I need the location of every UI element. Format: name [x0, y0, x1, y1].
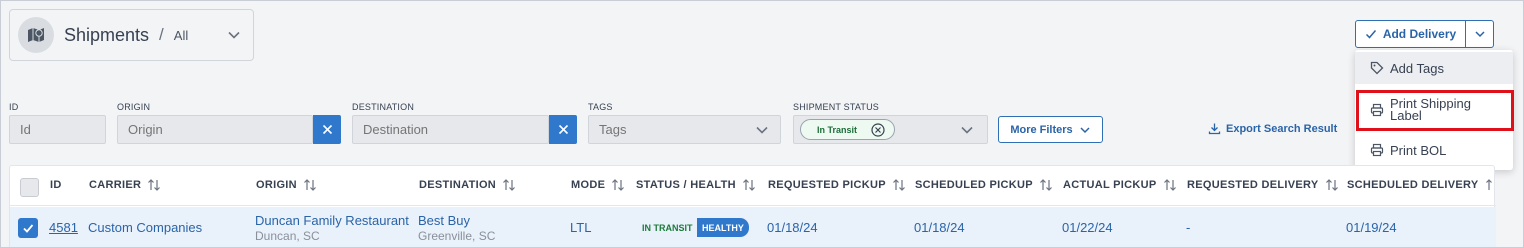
column-header-scheduled-delivery[interactable]: SCHEDULED DELIVERY — [1347, 179, 1499, 191]
chevron-down-icon[interactable] — [755, 123, 769, 137]
status-chip-label: In Transit — [817, 124, 858, 135]
requested-pickup-value: 01/18/24 — [767, 220, 818, 235]
mode-value: LTL — [570, 220, 592, 235]
x-circle-icon[interactable] — [871, 123, 885, 137]
more-filters-button[interactable]: More Filters — [998, 116, 1103, 143]
actual-pickup-value: 01/22/24 — [1062, 220, 1113, 235]
sort-icon[interactable] — [892, 179, 906, 191]
chevron-down-icon — [1080, 126, 1090, 133]
printer-icon — [1370, 143, 1384, 157]
menu-item-label: Print Shipping Label — [1390, 96, 1471, 123]
carrier-link[interactable]: Custom Companies — [88, 220, 202, 235]
sort-icon[interactable] — [1163, 179, 1177, 191]
scheduled-pickup-value: 01/18/24 — [914, 220, 965, 235]
column-header-carrier[interactable]: CARRIER — [89, 179, 161, 191]
chevron-down-icon[interactable] — [960, 123, 974, 137]
add-delivery-label: Add Delivery — [1382, 27, 1457, 41]
health-badge: HEALTHY — [697, 218, 749, 237]
check-icon — [1365, 30, 1376, 39]
menu-item-add-tags[interactable]: Add Tags — [1355, 52, 1513, 84]
select-all-checkbox[interactable] — [20, 178, 39, 197]
column-header-actual-pickup[interactable]: ACTUAL PICKUP — [1063, 179, 1177, 191]
origin-name-link[interactable]: Duncan Family Restaurant — [255, 213, 409, 228]
filter-label-id: ID — [9, 102, 19, 112]
sort-icon[interactable] — [1485, 179, 1499, 191]
column-header-scheduled-pickup[interactable]: SCHEDULED PICKUP — [915, 179, 1053, 191]
filter-label-shipment-status: SHIPMENT STATUS — [793, 102, 880, 112]
close-icon — [322, 124, 332, 135]
column-header-status-health[interactable]: STATUS / HEALTH — [636, 179, 756, 191]
table-header: ID CARRIER ORIGIN DESTINATION MODE STATU… — [10, 166, 1496, 206]
shipments-table: ID CARRIER ORIGIN DESTINATION MODE STATU… — [9, 165, 1496, 247]
status-badge: IN TRANSIT — [642, 223, 693, 233]
filter-label-origin: ORIGIN — [117, 102, 151, 112]
row-checkbox[interactable] — [18, 218, 38, 238]
sort-icon[interactable] — [303, 179, 317, 191]
chevron-down-icon[interactable] — [227, 28, 241, 42]
add-delivery-menu-toggle[interactable] — [1465, 20, 1494, 48]
view-name: All — [173, 27, 189, 43]
view-selector[interactable]: Shipments / All — [9, 9, 254, 61]
menu-item-print-bol[interactable]: Print BOL — [1355, 136, 1513, 164]
menu-item-label: Print BOL — [1390, 142, 1447, 158]
page-title: Shipments — [64, 24, 150, 45]
column-header-destination[interactable]: DESTINATION — [419, 179, 516, 191]
origin-city: Duncan, SC — [255, 229, 320, 243]
shipments-page: Shipments / All Add Delivery Add Tags Pr… — [0, 0, 1524, 248]
sort-icon[interactable] — [147, 179, 161, 191]
destination-city: Greenville, SC — [418, 229, 496, 243]
add-delivery-dropdown: Add Tags Print Shipping Label Print BOL — [1355, 50, 1513, 170]
status-chip-in-transit: In Transit — [800, 119, 895, 140]
origin-filter-input[interactable] — [117, 115, 313, 144]
more-filters-label: More Filters — [1010, 123, 1073, 136]
shipments-avatar — [18, 17, 54, 53]
chevron-down-icon — [1474, 31, 1485, 38]
shipment-id-link[interactable]: 4581 — [49, 220, 78, 235]
download-icon — [1208, 123, 1221, 135]
sort-icon[interactable] — [1325, 179, 1339, 191]
sort-icon[interactable] — [1039, 179, 1053, 191]
tags-filter-select[interactable] — [588, 115, 781, 144]
sort-icon[interactable] — [742, 179, 756, 191]
clear-destination-button[interactable] — [549, 115, 577, 144]
column-header-origin[interactable]: ORIGIN — [256, 179, 317, 191]
scheduled-delivery-value: 01/19/24 — [1346, 220, 1397, 235]
destination-filter-input[interactable] — [352, 115, 549, 144]
menu-item-label: Add Tags — [1390, 60, 1444, 76]
export-search-result-button[interactable]: Export Search Result — [1208, 122, 1337, 135]
sort-icon[interactable] — [502, 179, 516, 191]
add-delivery-button[interactable]: Add Delivery — [1355, 20, 1466, 48]
menu-item-print-shipping-label[interactable]: Print Shipping Label — [1355, 89, 1513, 131]
tag-icon — [1370, 61, 1384, 75]
column-header-id[interactable]: ID — [50, 179, 62, 191]
breadcrumb-separator: / — [159, 25, 164, 44]
table-row[interactable] — [10, 207, 1496, 247]
filter-label-tags: TAGS — [588, 102, 613, 112]
sort-icon[interactable] — [611, 179, 625, 191]
column-header-mode[interactable]: MODE — [571, 179, 625, 191]
check-icon — [23, 224, 34, 233]
destination-name-link[interactable]: Best Buy — [418, 213, 470, 228]
clear-origin-button[interactable] — [313, 115, 341, 144]
printer-icon — [1370, 103, 1384, 117]
id-filter-input[interactable] — [9, 115, 106, 144]
export-label: Export Search Result — [1226, 122, 1338, 135]
map-icon — [28, 28, 44, 42]
column-header-requested-pickup[interactable]: REQUESTED PICKUP — [768, 179, 906, 191]
requested-delivery-value: - — [1186, 220, 1191, 235]
close-icon — [558, 124, 568, 135]
filter-label-destination: DESTINATION — [352, 102, 415, 112]
column-header-requested-delivery[interactable]: REQUESTED DELIVERY — [1187, 179, 1339, 191]
